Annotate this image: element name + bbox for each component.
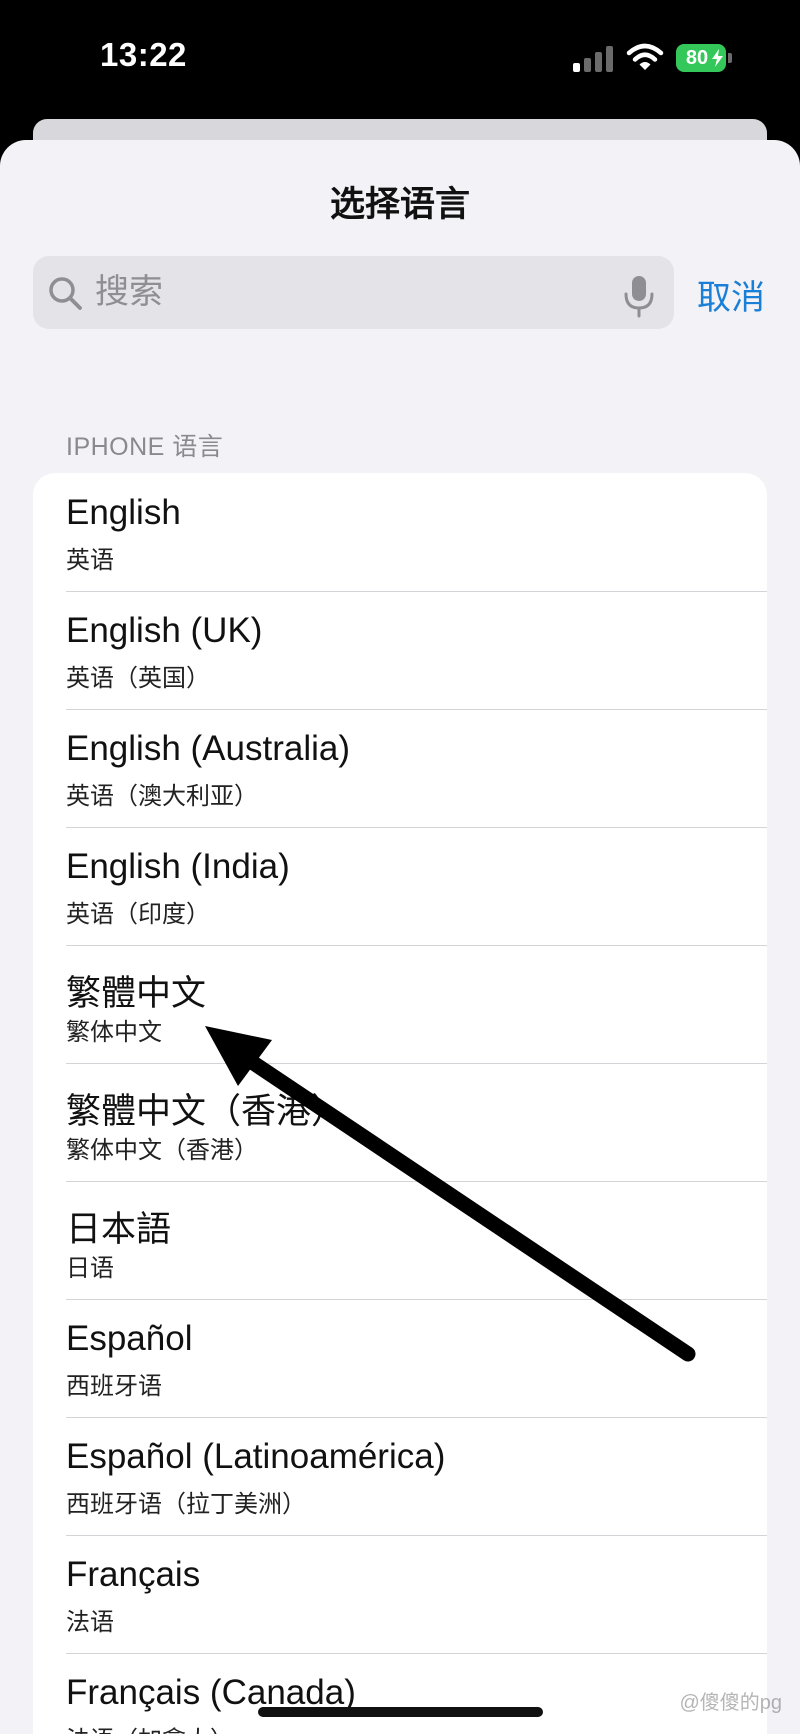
charging-bolt-icon — [712, 49, 723, 67]
language-row-spanish-latam[interactable]: Español (Latinoamérica) 西班牙语（拉丁美洲） — [33, 1417, 767, 1535]
language-title: English (Australia) — [66, 729, 350, 768]
microphone-icon[interactable] — [622, 274, 656, 318]
home-indicator[interactable] — [258, 1707, 543, 1717]
language-title: Español — [66, 1319, 193, 1358]
language-title: Español (Latinoamérica) — [66, 1437, 446, 1476]
battery-icon: 80 — [676, 44, 726, 72]
watermark: @傻傻的pg — [679, 1692, 782, 1714]
language-picker-sheet: 选择语言 取消 IPHONE 语言 English 英语 English (UK… — [0, 140, 800, 1734]
language-subtitle: 英语（澳大利亚） — [66, 783, 258, 810]
language-title: 繁體中文 — [66, 974, 207, 1013]
language-subtitle: 英语（印度） — [66, 901, 210, 928]
cancel-button[interactable]: 取消 — [697, 270, 765, 319]
battery-cap — [728, 53, 732, 63]
language-list: English 英语 English (UK) 英语（英国） English (… — [33, 473, 767, 1734]
language-subtitle: 西班牙语（拉丁美洲） — [66, 1491, 306, 1518]
search-input[interactable] — [95, 256, 595, 329]
language-subtitle: 繁体中文 — [66, 1019, 162, 1046]
language-title: 繁體中文（香港） — [66, 1092, 347, 1131]
language-row-traditional-chinese[interactable]: 繁體中文 繁体中文 — [33, 945, 767, 1063]
language-row-french-canada[interactable]: Français (Canada) 法语（加拿大） — [33, 1653, 767, 1734]
language-subtitle: 法语 — [66, 1609, 114, 1636]
wifi-icon — [626, 43, 664, 70]
search-field[interactable] — [33, 256, 674, 329]
status-time: 13:22 — [100, 36, 187, 73]
language-subtitle: 英语（英国） — [66, 665, 210, 692]
language-row-english[interactable]: English 英语 — [33, 473, 767, 591]
language-title: English (India) — [66, 847, 290, 886]
language-row-english-australia[interactable]: English (Australia) 英语（澳大利亚） — [33, 709, 767, 827]
language-row-english-india[interactable]: English (India) 英语（印度） — [33, 827, 767, 945]
screen: 13:22 80 选择语言 取消 IPHONE 语言 — [0, 0, 800, 1734]
language-row-traditional-chinese-hk[interactable]: 繁體中文（香港） 繁体中文（香港） — [33, 1063, 767, 1181]
language-row-french[interactable]: Français 法语 — [33, 1535, 767, 1653]
language-subtitle: 日语 — [66, 1255, 114, 1282]
language-title: 日本語 — [66, 1210, 172, 1249]
language-subtitle: 英语 — [66, 547, 114, 574]
signal-icon — [573, 46, 615, 72]
language-subtitle: 繁体中文（香港） — [66, 1137, 258, 1164]
language-row-spanish[interactable]: Español 西班牙语 — [33, 1299, 767, 1417]
sheet-title: 选择语言 — [329, 185, 470, 224]
language-title: English — [66, 493, 181, 532]
language-row-japanese[interactable]: 日本語 日语 — [33, 1181, 767, 1299]
section-header: IPHONE 语言 — [66, 433, 224, 461]
search-icon — [49, 277, 82, 310]
language-subtitle: 法语（加拿大） — [66, 1720, 234, 1734]
language-subtitle: 西班牙语 — [66, 1373, 162, 1400]
language-title: English (UK) — [66, 611, 263, 650]
language-row-english-uk[interactable]: English (UK) 英语（英国） — [33, 591, 767, 709]
language-title: Français — [66, 1555, 201, 1594]
battery-level: 80 — [685, 46, 709, 69]
